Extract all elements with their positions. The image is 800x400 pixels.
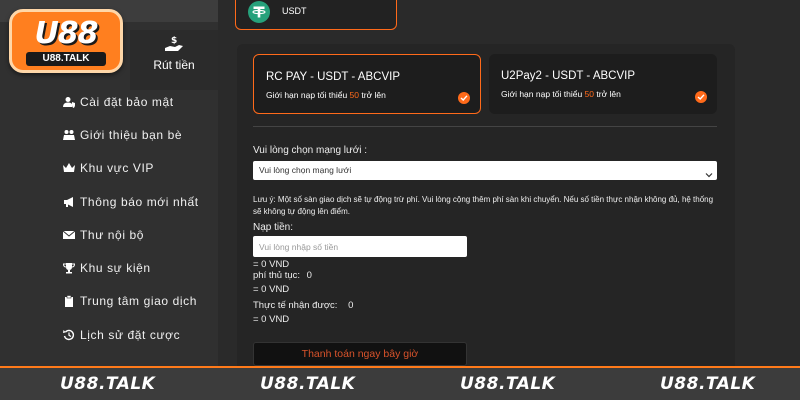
payment-option-title: U2Pay2 - USDT - ABCVIP: [501, 70, 635, 82]
check-icon: [695, 91, 707, 103]
sidebar-item-transactions[interactable]: Trung tâm giao dịch: [40, 285, 218, 318]
sidebar-item-referral[interactable]: Giới thiệu bạn bè: [40, 118, 218, 151]
watermark-bar: U88.TALK U88.TALK U88.TALK U88.TALK: [0, 366, 800, 400]
sidebar-item-label: Thư nội bộ: [80, 227, 145, 242]
network-label: Vui lòng chọn mạng lưới :: [253, 145, 368, 156]
watermark-text: U88.TALK: [260, 374, 356, 394]
actual-row: Thực tế nhận được: 0: [253, 300, 353, 311]
users-icon: [62, 128, 76, 142]
megaphone-icon: [62, 195, 76, 209]
tether-icon: [248, 1, 270, 23]
usdt-method-card[interactable]: USDT: [235, 0, 397, 30]
fee-vnd: = 0 VND: [253, 284, 290, 295]
payment-option-title: RC PAY - USDT - ABCVIP: [266, 71, 400, 83]
svg-text:$: $: [171, 36, 177, 46]
sidebar-menu: Cài đặt bảo mật Giới thiệu bạn bè Khu vự…: [40, 85, 218, 351]
pay-now-button[interactable]: Thanh toán ngay bây giờ: [253, 342, 467, 366]
payment-option-limit: Giới hạn nạp tối thiểu 50 trở lên: [266, 90, 386, 100]
sidebar-item-bet-history[interactable]: Lịch sử đặt cược: [40, 318, 218, 351]
logo-main-text: U88: [34, 16, 98, 51]
clipboard-icon: [62, 294, 76, 308]
withdraw-label: Rút tiền: [153, 58, 195, 72]
limit-amount: 50: [584, 89, 595, 99]
divider: [253, 126, 717, 127]
sidebar-item-inbox[interactable]: Thư nội bộ: [40, 218, 218, 251]
sidebar-item-vip[interactable]: Khu vực VIP: [40, 152, 218, 185]
logo-sub-text: U88.TALK: [26, 52, 106, 66]
network-select-value: Vui lòng chọn mạng lưới: [259, 165, 352, 175]
actual-value: 0: [348, 300, 354, 311]
chevron-down-icon: [705, 167, 713, 178]
sidebar-item-announcements[interactable]: Thông báo mới nhất: [40, 185, 218, 218]
sidebar-item-label: Trung tâm giao dịch: [80, 294, 198, 309]
sidebar-item-security[interactable]: Cài đặt bảo mật: [40, 85, 218, 118]
trophy-icon: [62, 261, 76, 275]
sidebar-item-label: Lịch sử đặt cược: [80, 327, 181, 342]
payment-option-rcpay[interactable]: RC PAY - USDT - ABCVIP Giới hạn nạp tối …: [253, 54, 481, 114]
envelope-icon: [62, 228, 76, 242]
fee-value: 0: [306, 270, 312, 281]
hand-money-icon: $: [164, 34, 184, 54]
sidebar-item-label: Thông báo mới nhất: [80, 194, 199, 209]
amount-input[interactable]: [253, 236, 467, 257]
withdraw-button[interactable]: $ Rút tiền: [130, 30, 218, 90]
crown-icon: [62, 161, 76, 175]
user-shield-icon: [62, 95, 76, 109]
deposit-note: Lưu ý: Một số sàn giao dịch sẽ tự động t…: [253, 195, 714, 216]
amount-vnd: = 0 VND: [253, 259, 290, 270]
usdt-method-label: USDT: [282, 6, 307, 16]
history-icon: [62, 328, 76, 342]
check-icon: [458, 92, 470, 104]
amount-label: Nạp tiền:: [253, 222, 294, 233]
payment-option-limit: Giới hạn nạp tối thiểu 50 trở lên: [501, 89, 621, 99]
sidebar-item-label: Khu sự kiện: [80, 261, 151, 276]
actual-label: Thực tế nhận được:: [253, 300, 338, 311]
fee-label: phí thủ tục:: [253, 270, 301, 281]
sidebar-item-events[interactable]: Khu sự kiện: [40, 251, 218, 284]
watermark-text: U88.TALK: [660, 374, 756, 394]
watermark-text: U88.TALK: [460, 374, 556, 394]
fee-row: phí thủ tục: 0: [253, 270, 312, 281]
watermark-text: U88.TALK: [60, 374, 156, 394]
brand-logo: U88 U88.TALK: [9, 9, 123, 73]
actual-vnd: = 0 VND: [253, 314, 290, 325]
sidebar-item-label: Khu vực VIP: [80, 161, 154, 176]
network-select[interactable]: Vui lòng chọn mạng lưới: [253, 161, 717, 180]
limit-amount: 50: [349, 90, 360, 100]
payment-option-u2pay2[interactable]: U2Pay2 - USDT - ABCVIP Giới hạn nạp tối …: [489, 54, 717, 114]
sidebar-item-label: Cài đặt bảo mật: [80, 94, 174, 109]
deposit-panel: RC PAY - USDT - ABCVIP Giới hạn nạp tối …: [237, 44, 735, 374]
sidebar-item-label: Giới thiệu bạn bè: [80, 127, 183, 142]
